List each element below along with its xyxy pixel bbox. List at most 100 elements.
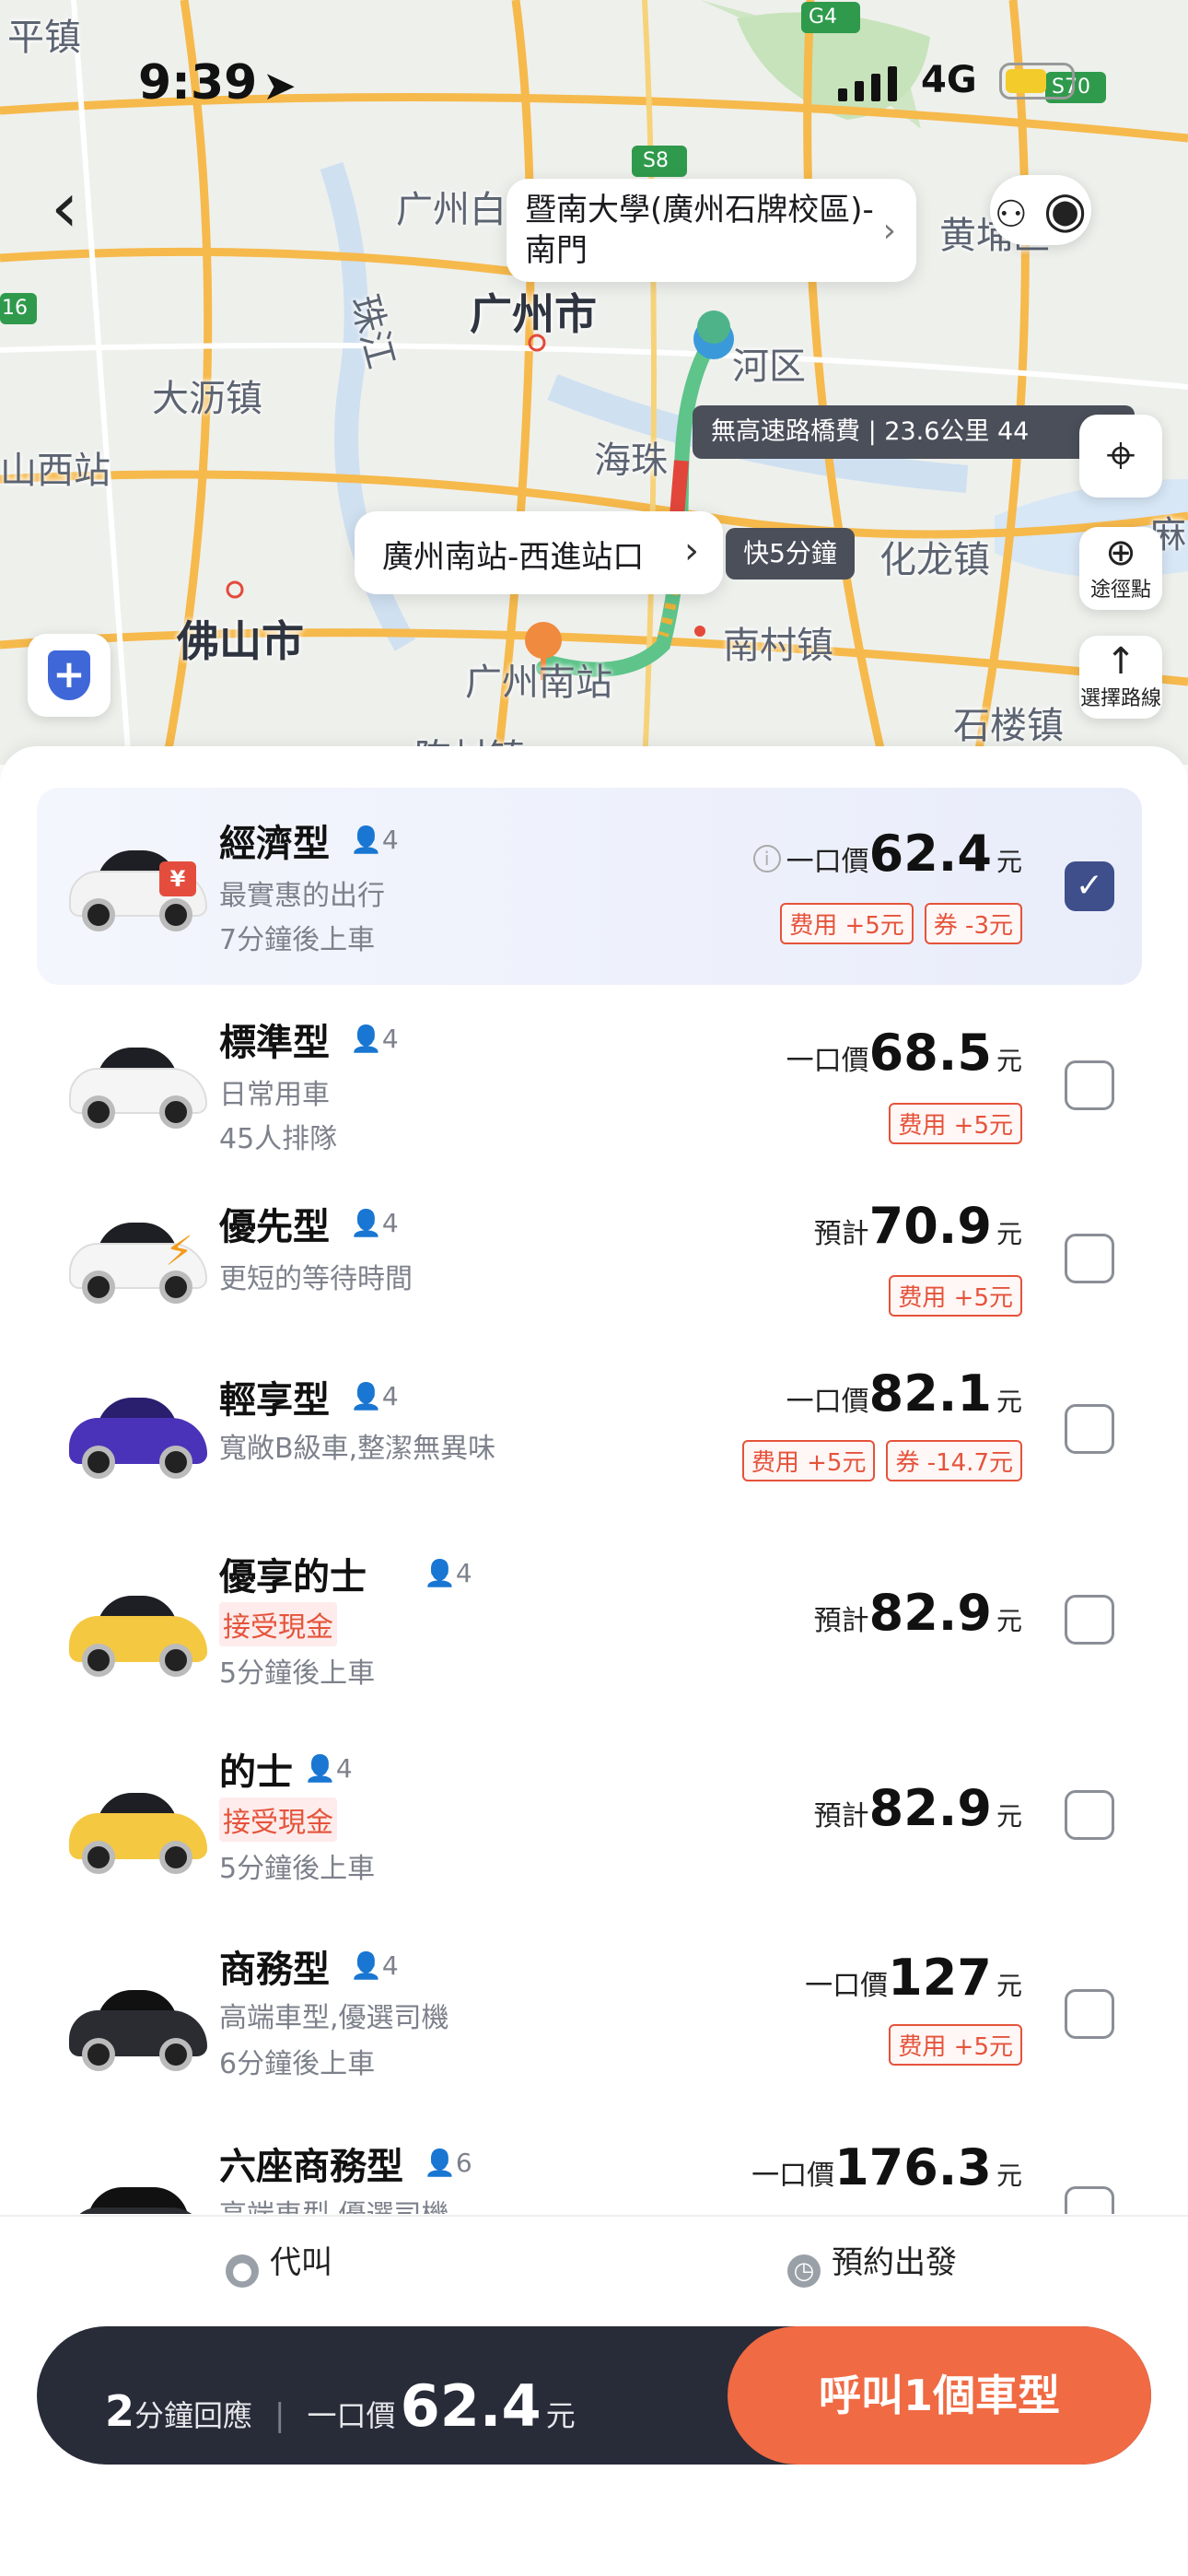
ride-option-premium-taxi[interactable]: 優享的士 👤4 接受現金 5分鐘後上車 預計82.9 元 — [37, 1528, 1142, 1726]
ride-checkbox[interactable] — [1065, 1060, 1114, 1110]
ride-checkbox[interactable] — [1065, 1790, 1114, 1840]
destination-text: 暨南大學(廣州石牌校區)-南門 — [525, 192, 874, 269]
call-ride-button[interactable]: 呼叫1個車型 — [728, 2326, 1151, 2465]
price-tags: 费用 +5元 — [889, 1103, 1022, 1144]
ride-queue: 45人排隊 — [219, 1123, 338, 1155]
ride-checkbox[interactable] — [1065, 1234, 1114, 1283]
chevron-right-icon: › — [684, 530, 699, 572]
waypoint-label: 途徑點 — [1089, 579, 1151, 602]
ride-option-taxi[interactable]: 的士 👤4 接受現金 5分鐘後上車 預計82.9 元 — [37, 1726, 1142, 1923]
ride-checkbox[interactable] — [1065, 1404, 1114, 1454]
ride-price: 一口價176.3 元 — [751, 2138, 1022, 2196]
network-type: 4G — [921, 59, 977, 101]
ride-desc: 高端車型,優選司機 — [219, 2192, 449, 2214]
proxy-call-button[interactable]: ● 代叫 — [226, 2237, 332, 2288]
taxi-yellow-icon — [69, 1579, 207, 1680]
ride-desc: 寬敞B級車,整潔無異味 — [219, 1433, 496, 1465]
passenger-count: 👤4 — [304, 1753, 353, 1784]
ride-name: 優享的士 — [219, 1556, 367, 1598]
location-arrow-icon: ➤ — [262, 63, 297, 110]
ride-name: 六座商務型 — [219, 2146, 403, 2188]
ride-price: 預計70.9 元 — [813, 1197, 1022, 1255]
locate-button[interactable]: ⌖ — [1079, 415, 1162, 498]
ride-option-light[interactable]: 輕享型 👤4 寬敞B級車,整潔無異味 一口價82.1 元 费用 +5元券 -14… — [37, 1344, 1142, 1528]
passenger-count: 👤4 — [350, 825, 399, 855]
ride-name: 商務型 — [219, 1949, 330, 1991]
ride-price: 預計82.9 元 — [813, 1584, 1022, 1642]
ride-checkbox[interactable] — [1065, 1989, 1114, 2039]
ride-desc: 更短的等待時間 — [219, 1263, 413, 1295]
ride-options-sheet: ¥ 經濟型 👤4 最實惠的出行 7分鐘後上車 i 一口價62.4 元 费用 +5元… — [0, 746, 1188, 2576]
origin-text: 廣州南站-西進站口 — [382, 539, 645, 576]
plus-pin-icon: ⊕ — [1105, 532, 1136, 574]
car-white-icon — [69, 1031, 207, 1132]
schedule-button[interactable]: ◷ 預約出發 — [787, 2237, 957, 2288]
ride-name: 的士 — [219, 1751, 293, 1794]
map-label-shanxizhan: 山西站 — [0, 450, 111, 492]
destination-bubble[interactable]: 暨南大學(廣州石牌校區)-南門 › — [507, 179, 916, 282]
car-white-icon: ¥ — [69, 834, 207, 935]
map-label-baiyun: 广州白 — [396, 189, 507, 231]
map-label-shilou: 石楼镇 — [953, 705, 1064, 747]
ride-price: 一口價127 元 — [805, 1949, 1022, 2007]
chevron-right-icon: › — [882, 212, 896, 250]
ride-price: 一口價68.5 元 — [786, 1024, 1022, 1082]
ride-option-business[interactable]: 商務型 👤4 高端車型,優選司機 6分鐘後上車 一口價127 元 费用 +5元 — [37, 1923, 1142, 2120]
status-time: 9:39 — [138, 55, 258, 111]
crosshair-icon: ⌖ — [1106, 426, 1136, 486]
faster-route-hint[interactable]: 快5分鐘 — [726, 528, 855, 580]
ride-name: 輕享型 — [219, 1379, 330, 1422]
ride-checkbox[interactable] — [1065, 1595, 1114, 1645]
ride-name: 標準型 — [219, 1022, 330, 1064]
passenger-count: 👤6 — [424, 2148, 472, 2178]
ride-list[interactable]: ¥ 經濟型 👤4 最實惠的出行 7分鐘後上車 i 一口價62.4 元 费用 +5元… — [0, 788, 1188, 2214]
price-tags: 费用 +5元券 -3元 — [780, 903, 1022, 944]
passenger-count: 👤4 — [350, 1208, 399, 1238]
info-icon[interactable]: i — [752, 845, 781, 872]
map-label-dalijing: 大沥镇 — [152, 378, 262, 420]
map-label-foshan: 佛山市 — [177, 616, 304, 666]
status-bar: 9:39 ➤ 4G — [0, 46, 1188, 120]
target-icon[interactable]: ◉ — [1043, 181, 1087, 239]
safety-button[interactable]: + — [28, 634, 111, 717]
price-tags: 费用 +5元券 -14.7元 — [741, 1440, 1022, 1481]
ride-checkbox[interactable]: ✓ — [1065, 861, 1114, 911]
choose-route-button[interactable]: ↑ 選擇路線 — [1079, 636, 1162, 719]
ride-desc: 日常用車 — [219, 1079, 330, 1111]
ride-option-six-seat-business[interactable]: 六座商務型 👤6 高端車型,優選司機 一口價176.3 元 — [37, 2120, 1142, 2214]
map-label-guangzhou: 广州市 — [470, 289, 597, 339]
route-map[interactable]: 平镇 广州白 广州市 珠江 大沥镇 山西站 佛山市 海珠 河区 化龙镇 南村镇 … — [0, 0, 1188, 765]
map-label-huanglong: 化龙镇 — [879, 539, 990, 581]
share-icon[interactable]: ⚇ — [995, 193, 1028, 236]
passenger-count: 👤4 — [350, 1024, 399, 1054]
accepts-cash-badge: 接受現金 — [219, 1602, 337, 1646]
ride-desc: 最實惠的出行 — [219, 880, 385, 912]
price-tags: 费用 +5元 — [889, 1275, 1022, 1317]
passenger-count: 👤4 — [350, 1950, 399, 1981]
clock-icon: ◷ — [787, 2254, 821, 2288]
ride-desc: 高端車型,優選司機 — [219, 2002, 449, 2034]
ride-name: 優先型 — [219, 1206, 330, 1248]
back-button[interactable]: ‹ — [51, 172, 97, 242]
passenger-count: 👤4 — [350, 1381, 399, 1411]
ride-eta: 7分鐘後上車 — [219, 924, 376, 956]
ride-checkbox[interactable] — [1065, 2186, 1114, 2214]
order-summary: 2分鐘回應 | 一口價 62.4 元 — [105, 2372, 576, 2440]
ride-option-standard[interactable]: 標準型 👤4 日常用車 45人排隊 一口價68.5 元 费用 +5元 — [37, 985, 1142, 1169]
battery-icon — [999, 63, 1075, 100]
accepts-cash-badge: 接受現金 — [219, 1797, 337, 1842]
ride-eta: 5分鐘後上車 — [219, 1657, 376, 1690]
ride-option-priority[interactable]: ⚡ 優先型 👤4 更短的等待時間 預計70.9 元 费用 +5元 — [37, 1169, 1142, 1344]
route-toll-info[interactable]: 無高速路橋費 | 23.6公里 44 — [693, 405, 1135, 459]
ride-option-economy[interactable]: ¥ 經濟型 👤4 最實惠的出行 7分鐘後上車 i 一口價62.4 元 费用 +5元… — [37, 788, 1142, 985]
add-waypoint-button[interactable]: ⊕ 途徑點 — [1079, 527, 1162, 610]
passenger-count: 👤4 — [424, 1558, 472, 1588]
ride-name: 經濟型 — [219, 823, 330, 865]
map-controls[interactable]: ⚇ ◉ — [990, 175, 1091, 245]
ride-eta: 5分鐘後上車 — [219, 1853, 376, 1885]
ride-eta: 6分鐘後上車 — [219, 2048, 376, 2080]
origin-bubble[interactable]: 廣州南站-西進站口 › — [355, 511, 723, 594]
map-label-hequ: 河区 — [732, 345, 806, 388]
map-label-haizhu: 海珠 — [594, 439, 668, 482]
ride-price: 預計82.9 元 — [813, 1779, 1022, 1837]
